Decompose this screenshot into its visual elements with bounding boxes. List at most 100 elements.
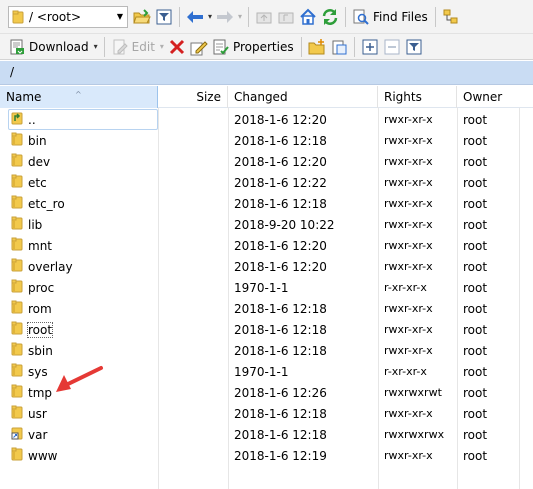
file-list-panel[interactable]: ^ Name Size Changed Rights Owner .. 2018-… bbox=[0, 86, 533, 489]
file-owner-cell: root bbox=[463, 364, 488, 379]
file-row[interactable]: sbin 2018-1-6 12:18 rwxr-xr-x root bbox=[0, 340, 533, 361]
find-files-icon bbox=[353, 9, 369, 25]
column-header-name[interactable]: ^ Name bbox=[0, 86, 158, 108]
delete-icon bbox=[169, 39, 184, 54]
folder-icon bbox=[11, 195, 23, 212]
file-row[interactable]: bin 2018-1-6 12:18 rwxr-xr-x root bbox=[0, 130, 533, 151]
new-file-button[interactable] bbox=[329, 37, 349, 57]
column-header-changed[interactable]: Changed bbox=[228, 86, 378, 108]
file-name-cell[interactable]: etc_ro bbox=[0, 193, 158, 214]
file-name-cell[interactable]: usr bbox=[0, 403, 158, 424]
file-name-cell[interactable]: dev bbox=[0, 151, 158, 172]
column-header-name-label: Name bbox=[6, 90, 42, 104]
file-name-cell[interactable]: overlay bbox=[0, 256, 158, 277]
file-name-cell[interactable]: var bbox=[0, 424, 158, 445]
file-changed-cell: 2018-1-6 12:18 bbox=[234, 301, 327, 316]
file-actions-toolbar: Download ▾ Edit ▾ Properties bbox=[0, 34, 533, 60]
file-name-cell[interactable]: mnt bbox=[0, 235, 158, 256]
file-rights-cell: rwxr-xr-x bbox=[384, 260, 433, 273]
file-row[interactable]: .. 2018-1-6 12:20 rwxr-xr-x root bbox=[0, 109, 533, 130]
path-combobox[interactable]: / <root> ▼ bbox=[8, 5, 128, 28]
properties-icon bbox=[213, 39, 229, 54]
folder-icon bbox=[11, 384, 23, 401]
edit-dropdown-icon[interactable]: ▾ bbox=[160, 42, 164, 51]
file-row[interactable]: dev 2018-1-6 12:20 rwxr-xr-x root bbox=[0, 151, 533, 172]
file-name-cell[interactable]: etc bbox=[0, 172, 158, 193]
forward-button[interactable] bbox=[215, 7, 235, 27]
filter-button[interactable] bbox=[154, 7, 174, 27]
file-row[interactable]: etc_ro 2018-1-6 12:18 rwxr-xr-x root bbox=[0, 193, 533, 214]
root-directory-button[interactable] bbox=[276, 7, 296, 27]
select-files-button[interactable] bbox=[360, 37, 380, 57]
tree-view-button[interactable] bbox=[441, 7, 461, 27]
file-row[interactable]: etc 2018-1-6 12:22 rwxr-xr-x root bbox=[0, 172, 533, 193]
file-rights-cell: rwxr-xr-x bbox=[384, 407, 433, 420]
toolbar-separator bbox=[103, 36, 105, 57]
navigation-toolbar: / <root> ▼ ▾ ▾ Find Files bbox=[0, 0, 533, 34]
file-name: proc bbox=[28, 280, 55, 295]
parent-directory-button[interactable] bbox=[254, 7, 274, 27]
file-rights-cell: r-xr-xr-x bbox=[384, 365, 427, 378]
file-name-cell[interactable]: lib bbox=[0, 214, 158, 235]
tree-view-icon bbox=[443, 9, 458, 23]
properties-button[interactable]: Properties bbox=[210, 36, 297, 58]
file-owner-cell: root bbox=[463, 448, 488, 463]
file-name-cell[interactable]: www bbox=[0, 445, 158, 466]
file-rights-cell: rwxr-xr-x bbox=[384, 323, 433, 336]
column-header-owner[interactable]: Owner bbox=[457, 86, 519, 108]
file-name-cell[interactable]: rom bbox=[0, 298, 158, 319]
file-row[interactable]: proc 1970-1-1 r-xr-xr-x root bbox=[0, 277, 533, 298]
back-dropdown-icon[interactable]: ▾ bbox=[208, 12, 212, 21]
toolbar-separator bbox=[179, 6, 180, 27]
file-row[interactable]: mnt 2018-1-6 12:20 rwxr-xr-x root bbox=[0, 235, 533, 256]
folder-icon bbox=[11, 237, 23, 254]
edit-label: Edit bbox=[131, 39, 155, 54]
file-name: dev bbox=[28, 154, 51, 169]
back-button[interactable] bbox=[185, 7, 205, 27]
refresh-button[interactable] bbox=[320, 7, 340, 27]
file-row[interactable]: sys 1970-1-1 r-xr-xr-x root bbox=[0, 361, 533, 382]
refresh-icon bbox=[322, 8, 338, 25]
file-rights-cell: rwxr-xr-x bbox=[384, 344, 433, 357]
file-name-cell[interactable]: sbin bbox=[0, 340, 158, 361]
file-row[interactable]: usr 2018-1-6 12:18 rwxr-xr-x root bbox=[0, 403, 533, 424]
file-filter-button[interactable] bbox=[404, 37, 424, 57]
file-row[interactable]: tmp 2018-1-6 12:26 rwxrwxrwt root bbox=[0, 382, 533, 403]
file-row[interactable]: root 2018-1-6 12:18 rwxr-xr-x root bbox=[0, 319, 533, 340]
column-header-owner-label: Owner bbox=[463, 90, 503, 104]
file-name-cell[interactable]: proc bbox=[0, 277, 158, 298]
rename-button[interactable] bbox=[189, 37, 209, 57]
new-folder-button[interactable] bbox=[307, 37, 327, 57]
file-owner-cell: root bbox=[463, 301, 488, 316]
edit-button[interactable]: Edit bbox=[109, 36, 158, 58]
minus-square-icon bbox=[384, 39, 400, 54]
file-name-cell[interactable]: bin bbox=[0, 130, 158, 151]
file-row[interactable]: var 2018-1-6 12:18 rwxrwxrwx root bbox=[0, 424, 533, 445]
file-owner-cell: root bbox=[463, 343, 488, 358]
file-row[interactable]: rom 2018-1-6 12:18 rwxr-xr-x root bbox=[0, 298, 533, 319]
unselect-files-button[interactable] bbox=[382, 37, 402, 57]
file-rights-cell: rwxr-xr-x bbox=[384, 197, 433, 210]
open-folder-button[interactable] bbox=[132, 7, 152, 27]
find-files-button[interactable]: Find Files bbox=[350, 6, 431, 28]
file-name-cell[interactable]: root bbox=[0, 319, 158, 340]
chevron-down-icon[interactable]: ▼ bbox=[113, 12, 127, 21]
parent-folder-icon bbox=[11, 111, 23, 128]
file-name: var bbox=[28, 427, 48, 442]
file-changed-cell: 2018-1-6 12:18 bbox=[234, 343, 327, 358]
home-directory-button[interactable] bbox=[298, 7, 318, 27]
column-header-size[interactable]: Size bbox=[158, 86, 228, 108]
forward-dropdown-icon[interactable]: ▾ bbox=[238, 12, 242, 21]
file-row[interactable]: www 2018-1-6 12:19 rwxr-xr-x root bbox=[0, 445, 533, 466]
delete-button[interactable] bbox=[167, 37, 187, 57]
file-list-header: ^ Name Size Changed Rights Owner bbox=[0, 86, 533, 108]
plus-square-icon bbox=[362, 39, 378, 54]
file-name-cell[interactable]: sys bbox=[0, 361, 158, 382]
download-button[interactable]: Download bbox=[6, 36, 92, 58]
toolbar-separator bbox=[345, 6, 347, 27]
download-dropdown-icon[interactable]: ▾ bbox=[94, 42, 98, 51]
file-name-cell[interactable]: tmp bbox=[0, 382, 158, 403]
column-header-rights[interactable]: Rights bbox=[378, 86, 457, 108]
file-row[interactable]: lib 2018-9-20 10:22 rwxr-xr-x root bbox=[0, 214, 533, 235]
file-row[interactable]: overlay 2018-1-6 12:20 rwxr-xr-x root bbox=[0, 256, 533, 277]
